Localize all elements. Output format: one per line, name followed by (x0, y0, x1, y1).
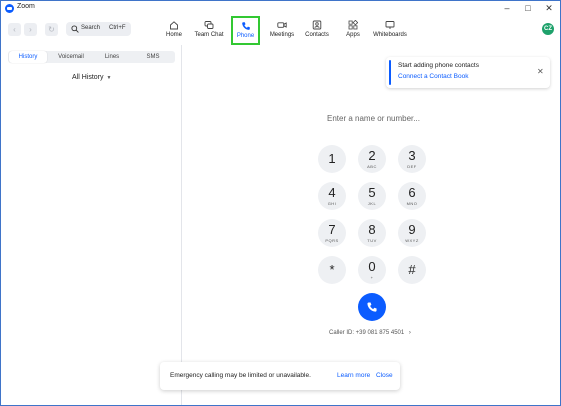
tab-phone[interactable]: Phone (231, 16, 260, 45)
dial-key-letters: ABC (367, 164, 377, 169)
tab-home-label: Home (165, 32, 182, 38)
learn-more-link[interactable]: Learn more (337, 372, 370, 379)
dial-key-digit: 7 (328, 222, 336, 237)
chat-icon (204, 21, 214, 29)
minimize-button[interactable]: – (501, 2, 513, 14)
tab-whiteboards-label: Whiteboards (373, 32, 407, 38)
phone-subtabs: History Voicemail Lines SMS (8, 51, 175, 63)
dial-key-0[interactable]: 0 + (358, 256, 386, 284)
search-input[interactable]: Search Ctrl+F (66, 22, 131, 36)
subtab-sms[interactable]: SMS (134, 51, 172, 63)
phone-icon (241, 22, 250, 30)
title-bar: Zoom – □ ✕ (1, 1, 560, 15)
phone-icon (367, 302, 377, 312)
tab-apps[interactable]: Apps (341, 17, 365, 42)
dial-key-letters: JKL (367, 201, 377, 206)
dial-key-6[interactable]: 6 MNO (398, 182, 426, 210)
zoom-window: Zoom – □ ✕ ‹ › ↻ Search Ctrl+F Home Team… (0, 0, 561, 406)
tab-team-chat[interactable]: Team Chat (193, 17, 225, 42)
subtab-history[interactable]: History (9, 51, 47, 63)
whiteboard-icon (385, 21, 395, 29)
dial-key-2[interactable]: 2 ABC (358, 145, 386, 173)
close-icon[interactable]: ✕ (537, 67, 544, 76)
connect-contact-book-link[interactable]: Connect a Contact Book (398, 73, 468, 80)
video-icon (277, 22, 287, 28)
search-label: Search (81, 25, 101, 31)
dial-key-3[interactable]: 3 DEF (398, 145, 426, 173)
tab-meetings[interactable]: Meetings (267, 17, 297, 42)
dial-key-5[interactable]: 5 JKL (358, 182, 386, 210)
history-nav-button[interactable]: ↻ (45, 23, 58, 36)
dial-key-digit: 1 (328, 151, 336, 166)
call-button[interactable] (358, 293, 386, 321)
dial-key-star[interactable]: * (318, 256, 346, 284)
dial-key-letters: GHI (327, 201, 337, 206)
tab-contacts-label: Contacts (305, 32, 329, 38)
tab-contacts[interactable]: Contacts (303, 17, 331, 42)
dial-key-letters: MNO (406, 201, 418, 206)
subtab-voicemail[interactable]: Voicemail (52, 51, 90, 63)
tab-phone-label: Phone (236, 33, 255, 39)
dial-key-digit: * (329, 262, 335, 277)
dial-key-1[interactable]: 1 (318, 145, 346, 173)
tab-team-chat-label: Team Chat (194, 32, 224, 38)
close-window-button[interactable]: ✕ (543, 2, 555, 14)
zoom-logo-icon (5, 4, 14, 13)
dial-key-letters: DEF (407, 164, 417, 169)
dial-key-letters: WXYZ (405, 238, 419, 243)
dial-key-letters: + (370, 275, 374, 280)
phone-sidebar: History Voicemail Lines SMS All History ▼ (1, 45, 182, 405)
contacts-icon (312, 20, 322, 30)
dial-key-digit: 5 (368, 185, 376, 200)
home-icon (170, 21, 178, 30)
dial-key-digit: # (408, 262, 416, 277)
caller-id-selector[interactable]: Caller ID: +39 081 875 4501 › (329, 330, 411, 336)
caller-id-label: Caller ID: +39 081 875 4501 (329, 330, 405, 336)
dial-key-7[interactable]: 7 PQRS (318, 219, 346, 247)
main-toolbar: ‹ › ↻ Search Ctrl+F Home Team Chat Phone… (1, 15, 560, 45)
notice-accent-bar (389, 60, 391, 85)
window-title: Zoom (17, 3, 35, 10)
dial-key-digit: 6 (408, 185, 416, 200)
avatar[interactable]: CZ (542, 23, 554, 35)
search-icon (71, 25, 79, 33)
dial-key-letters: TUV (367, 238, 377, 243)
tab-meetings-label: Meetings (269, 32, 295, 38)
notice-title: Start adding phone contacts (398, 62, 479, 69)
subtab-lines[interactable]: Lines (93, 51, 131, 63)
dial-number-input[interactable]: Enter a name or number... (327, 114, 420, 123)
dial-key-digit: 3 (408, 148, 416, 163)
chevron-right-icon: › (408, 330, 411, 336)
dial-key-hash[interactable]: # (398, 256, 426, 284)
tab-apps-label: Apps (346, 32, 360, 38)
history-filter-label: All History (72, 74, 104, 81)
tab-home[interactable]: Home (161, 17, 187, 42)
dial-key-9[interactable]: 9 WXYZ (398, 219, 426, 247)
dial-key-8[interactable]: 8 TUV (358, 219, 386, 247)
dial-key-digit: 2 (368, 148, 376, 163)
dial-key-digit: 8 (368, 222, 376, 237)
chevron-down-icon: ▼ (106, 75, 112, 81)
toast-close-link[interactable]: Close (376, 372, 393, 379)
tab-whiteboards[interactable]: Whiteboards (371, 17, 409, 42)
dial-key-digit: 0 (368, 259, 376, 274)
maximize-button[interactable]: □ (522, 2, 534, 14)
history-filter-dropdown[interactable]: All History ▼ (72, 74, 111, 81)
dial-key-digit: 9 (408, 222, 416, 237)
dial-key-letters: PQRS (325, 238, 339, 243)
contacts-notice: Start adding phone contacts Connect a Co… (386, 57, 550, 88)
emergency-toast: Emergency calling may be limited or unav… (160, 362, 400, 390)
apps-icon (348, 20, 358, 30)
toast-message: Emergency calling may be limited or unav… (170, 372, 311, 379)
forward-button[interactable]: › (24, 23, 37, 36)
back-button[interactable]: ‹ (8, 23, 21, 36)
dial-key-digit: 4 (328, 185, 336, 200)
search-shortcut: Ctrl+F (109, 25, 126, 31)
dial-key-4[interactable]: 4 GHI (318, 182, 346, 210)
